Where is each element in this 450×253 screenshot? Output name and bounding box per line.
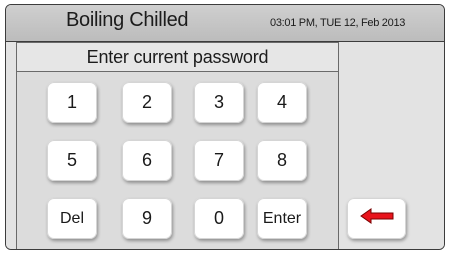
key-0[interactable]: 0 <box>194 198 244 239</box>
key-4[interactable]: 4 <box>257 82 307 123</box>
red-left-arrow-icon <box>359 208 394 229</box>
back-button[interactable] <box>347 198 406 239</box>
key-1[interactable]: 1 <box>47 82 97 123</box>
key-9[interactable]: 9 <box>122 198 172 239</box>
key-5[interactable]: 5 <box>47 140 97 181</box>
enter-key[interactable]: Enter <box>257 198 307 239</box>
date-time-display: 03:01 PM, TUE 12, Feb 2013 <box>270 17 406 29</box>
key-8[interactable]: 8 <box>257 140 307 181</box>
app-title: Boiling Chilled <box>66 9 189 31</box>
delete-key[interactable]: Del <box>47 198 97 239</box>
key-3[interactable]: 3 <box>194 82 244 123</box>
password-prompt: Enter current password <box>86 46 269 67</box>
key-6[interactable]: 6 <box>122 140 172 181</box>
key-2[interactable]: 2 <box>122 82 172 123</box>
password-prompt-bar: Enter current password <box>16 42 339 72</box>
app-window: Boiling Chilled 03:01 PM, TUE 12, Feb 20… <box>5 4 445 250</box>
title-bar: Boiling Chilled 03:01 PM, TUE 12, Feb 20… <box>6 5 444 42</box>
key-7[interactable]: 7 <box>194 140 244 181</box>
